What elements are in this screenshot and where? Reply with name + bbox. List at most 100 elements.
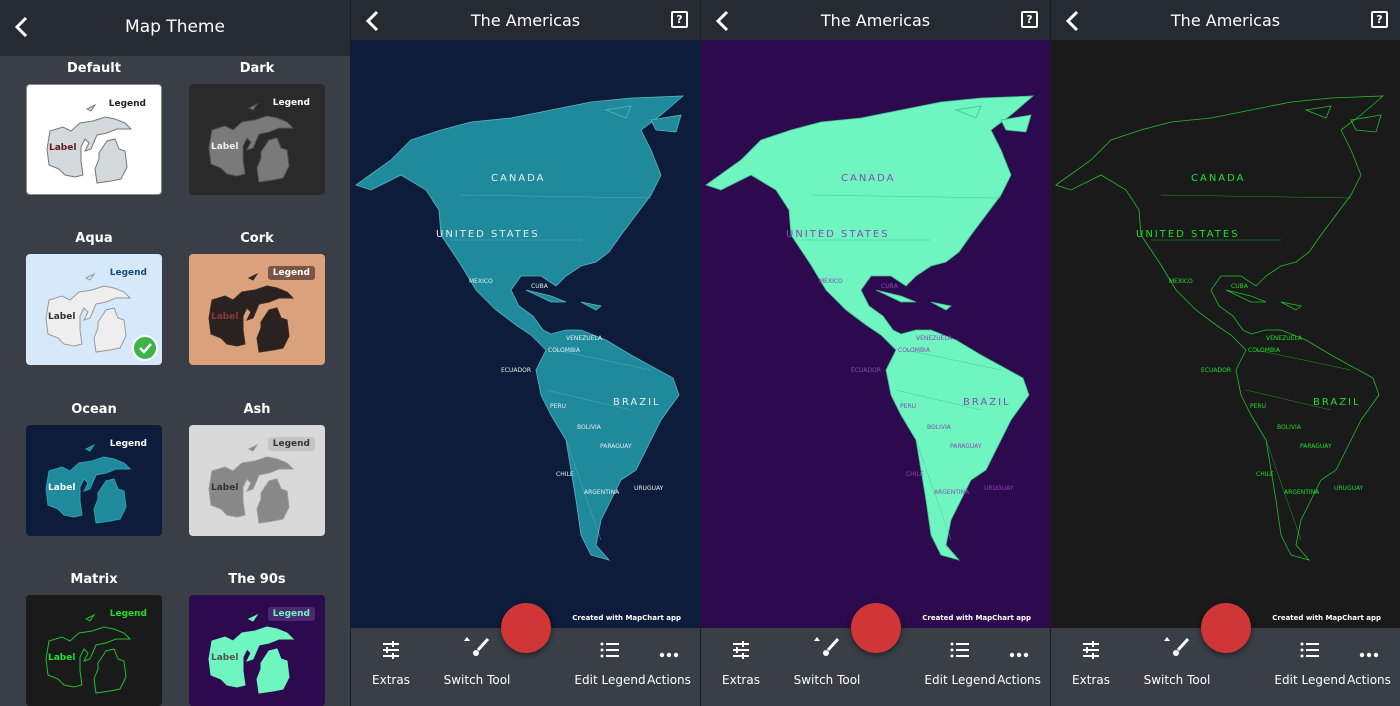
theme-name: Ocean <box>71 402 117 417</box>
map-title: The Americas <box>1170 11 1281 30</box>
legend-preview: Legend <box>272 98 310 108</box>
country-label: ECUADOR <box>851 367 881 374</box>
color-fab-button[interactable] <box>501 603 551 653</box>
theme-name: Matrix <box>70 572 118 587</box>
sliders-icon <box>351 628 431 672</box>
label-preview: Label <box>48 653 76 663</box>
country-label: ARGENTINA <box>1284 489 1320 496</box>
more-icon <box>987 628 1050 672</box>
map-canvas[interactable]: CANADA UNITED STATES BRAZIL MEXICO CUBA VENEZ… <box>701 40 1050 628</box>
country-label: PERU <box>1250 403 1266 410</box>
country-label: UNITED STATES <box>1136 229 1240 240</box>
label-preview: Label <box>48 312 76 322</box>
header: The Americas ? <box>1051 0 1400 40</box>
help-icon[interactable]: ? <box>671 11 688 28</box>
map-canvas[interactable]: CANADA UNITED STATES BRAZIL MEXICO CUBA VENEZ… <box>351 40 700 628</box>
americas-map <box>355 95 685 561</box>
label-preview: Label <box>48 483 76 493</box>
credit-text: Created with MapChart app <box>922 614 1031 622</box>
country-label: UNITED STATES <box>436 229 540 240</box>
toolbar-button[interactable]: Extras <box>701 628 781 706</box>
selected-check-icon <box>132 335 158 361</box>
legend-preview: Legend <box>267 607 315 621</box>
header: The Americas ? <box>351 0 700 40</box>
map-title: The Americas <box>470 11 581 30</box>
country-label: VENEZUELA <box>566 335 603 342</box>
country-label: VENEZUELA <box>916 335 953 342</box>
country-label: BRAZIL <box>613 397 661 408</box>
country-label: CANADA <box>491 173 546 184</box>
more-icon <box>637 628 700 672</box>
country-label: MEXICO <box>819 278 843 285</box>
theme-option[interactable]: Cork Legend Label <box>189 226 325 365</box>
theme-option[interactable]: Aqua Legend Label <box>26 226 162 365</box>
help-icon[interactable]: ? <box>1021 11 1038 28</box>
country-label: COLOMBIA <box>548 347 580 354</box>
country-label: PARAGUAY <box>950 443 982 450</box>
country-label: URUGUAY <box>984 485 1014 492</box>
country-label: PARAGUAY <box>1300 443 1332 450</box>
country-label: CUBA <box>881 283 898 290</box>
label-preview: Label <box>211 653 239 663</box>
country-label: BOLIVIA <box>927 424 951 431</box>
toolbar-button[interactable]: Actions <box>987 628 1050 706</box>
theme-preview-card[interactable]: Legend Label <box>189 425 325 536</box>
country-label: ARGENTINA <box>584 489 620 496</box>
country-label: BOLIVIA <box>577 424 601 431</box>
toolbar-label: Actions <box>1347 673 1391 687</box>
country-label: CUBA <box>1231 283 1248 290</box>
sliders-icon <box>701 628 781 672</box>
country-label: COLOMBIA <box>898 347 930 354</box>
country-label: BRAZIL <box>1313 397 1361 408</box>
toolbar-label: Switch Tool <box>443 673 511 687</box>
color-fab-button[interactable] <box>851 603 901 653</box>
country-label: CANADA <box>841 173 896 184</box>
theme-preview-card[interactable]: Legend Label <box>26 254 162 365</box>
theme-option[interactable]: Ash Legend Label <box>189 397 325 536</box>
legend-preview: Legend <box>109 609 147 619</box>
theme-name: The 90s <box>228 572 286 587</box>
label-preview: Label <box>49 143 77 153</box>
theme-preview-card[interactable]: Legend Label <box>26 84 162 195</box>
theme-option[interactable]: Dark Legend Label <box>189 56 325 195</box>
label-preview: Label <box>211 483 239 493</box>
theme-name: Aqua <box>75 231 113 246</box>
country-label: CHILE <box>906 471 924 478</box>
theme-preview-card[interactable]: Legend Label <box>189 254 325 365</box>
toolbar-label: Switch Tool <box>793 673 861 687</box>
toolbar-label: Switch Tool <box>1143 673 1211 687</box>
toolbar-button[interactable]: Extras <box>351 628 431 706</box>
toolbar-button[interactable]: Actions <box>1337 628 1400 706</box>
toolbar-button[interactable]: Extras <box>1051 628 1131 706</box>
color-fab-button[interactable] <box>1201 603 1251 653</box>
map-theme-screen: Map Theme Default Legend Label Dark Lege… <box>0 0 350 706</box>
toolbar-label: Extras <box>1072 673 1110 687</box>
theme-option[interactable]: Matrix Legend Label <box>26 567 162 706</box>
country-label: VENEZUELA <box>1266 335 1303 342</box>
country-label: CANADA <box>1191 173 1246 184</box>
theme-preview-card[interactable]: Legend Label <box>26 595 162 706</box>
country-label: MEXICO <box>1169 278 1193 285</box>
legend-preview: Legend <box>109 268 147 278</box>
toolbar-button[interactable]: Actions <box>637 628 700 706</box>
theme-option[interactable]: Default Legend Label <box>26 56 162 195</box>
country-label: CHILE <box>556 471 574 478</box>
legend-preview: Legend <box>108 99 146 109</box>
credit-text: Created with MapChart app <box>572 614 681 622</box>
map-editor-screen: The Americas ? CANADA UNITED STATES BRAZIL… <box>350 0 700 706</box>
theme-option[interactable]: Ocean Legend Label <box>26 397 162 536</box>
country-label: URUGUAY <box>634 485 664 492</box>
theme-option[interactable]: The 90s Legend Label <box>189 567 325 706</box>
map-canvas[interactable]: CANADA UNITED STATES BRAZIL MEXICO CUBA VENEZ… <box>1051 40 1400 628</box>
help-icon[interactable]: ? <box>1371 11 1388 28</box>
theme-preview-card[interactable]: Legend Label <box>26 425 162 536</box>
theme-preview-card[interactable]: Legend Label <box>189 84 325 195</box>
theme-name: Default <box>67 61 121 76</box>
page-title: Map Theme <box>125 17 225 37</box>
credit-text: Created with MapChart app <box>1272 614 1381 622</box>
theme-preview-card[interactable]: Legend Label <box>189 595 325 706</box>
header: The Americas ? <box>701 0 1050 40</box>
toolbar-label: Extras <box>372 673 410 687</box>
country-label: CHILE <box>1256 471 1274 478</box>
country-label: PERU <box>900 403 916 410</box>
